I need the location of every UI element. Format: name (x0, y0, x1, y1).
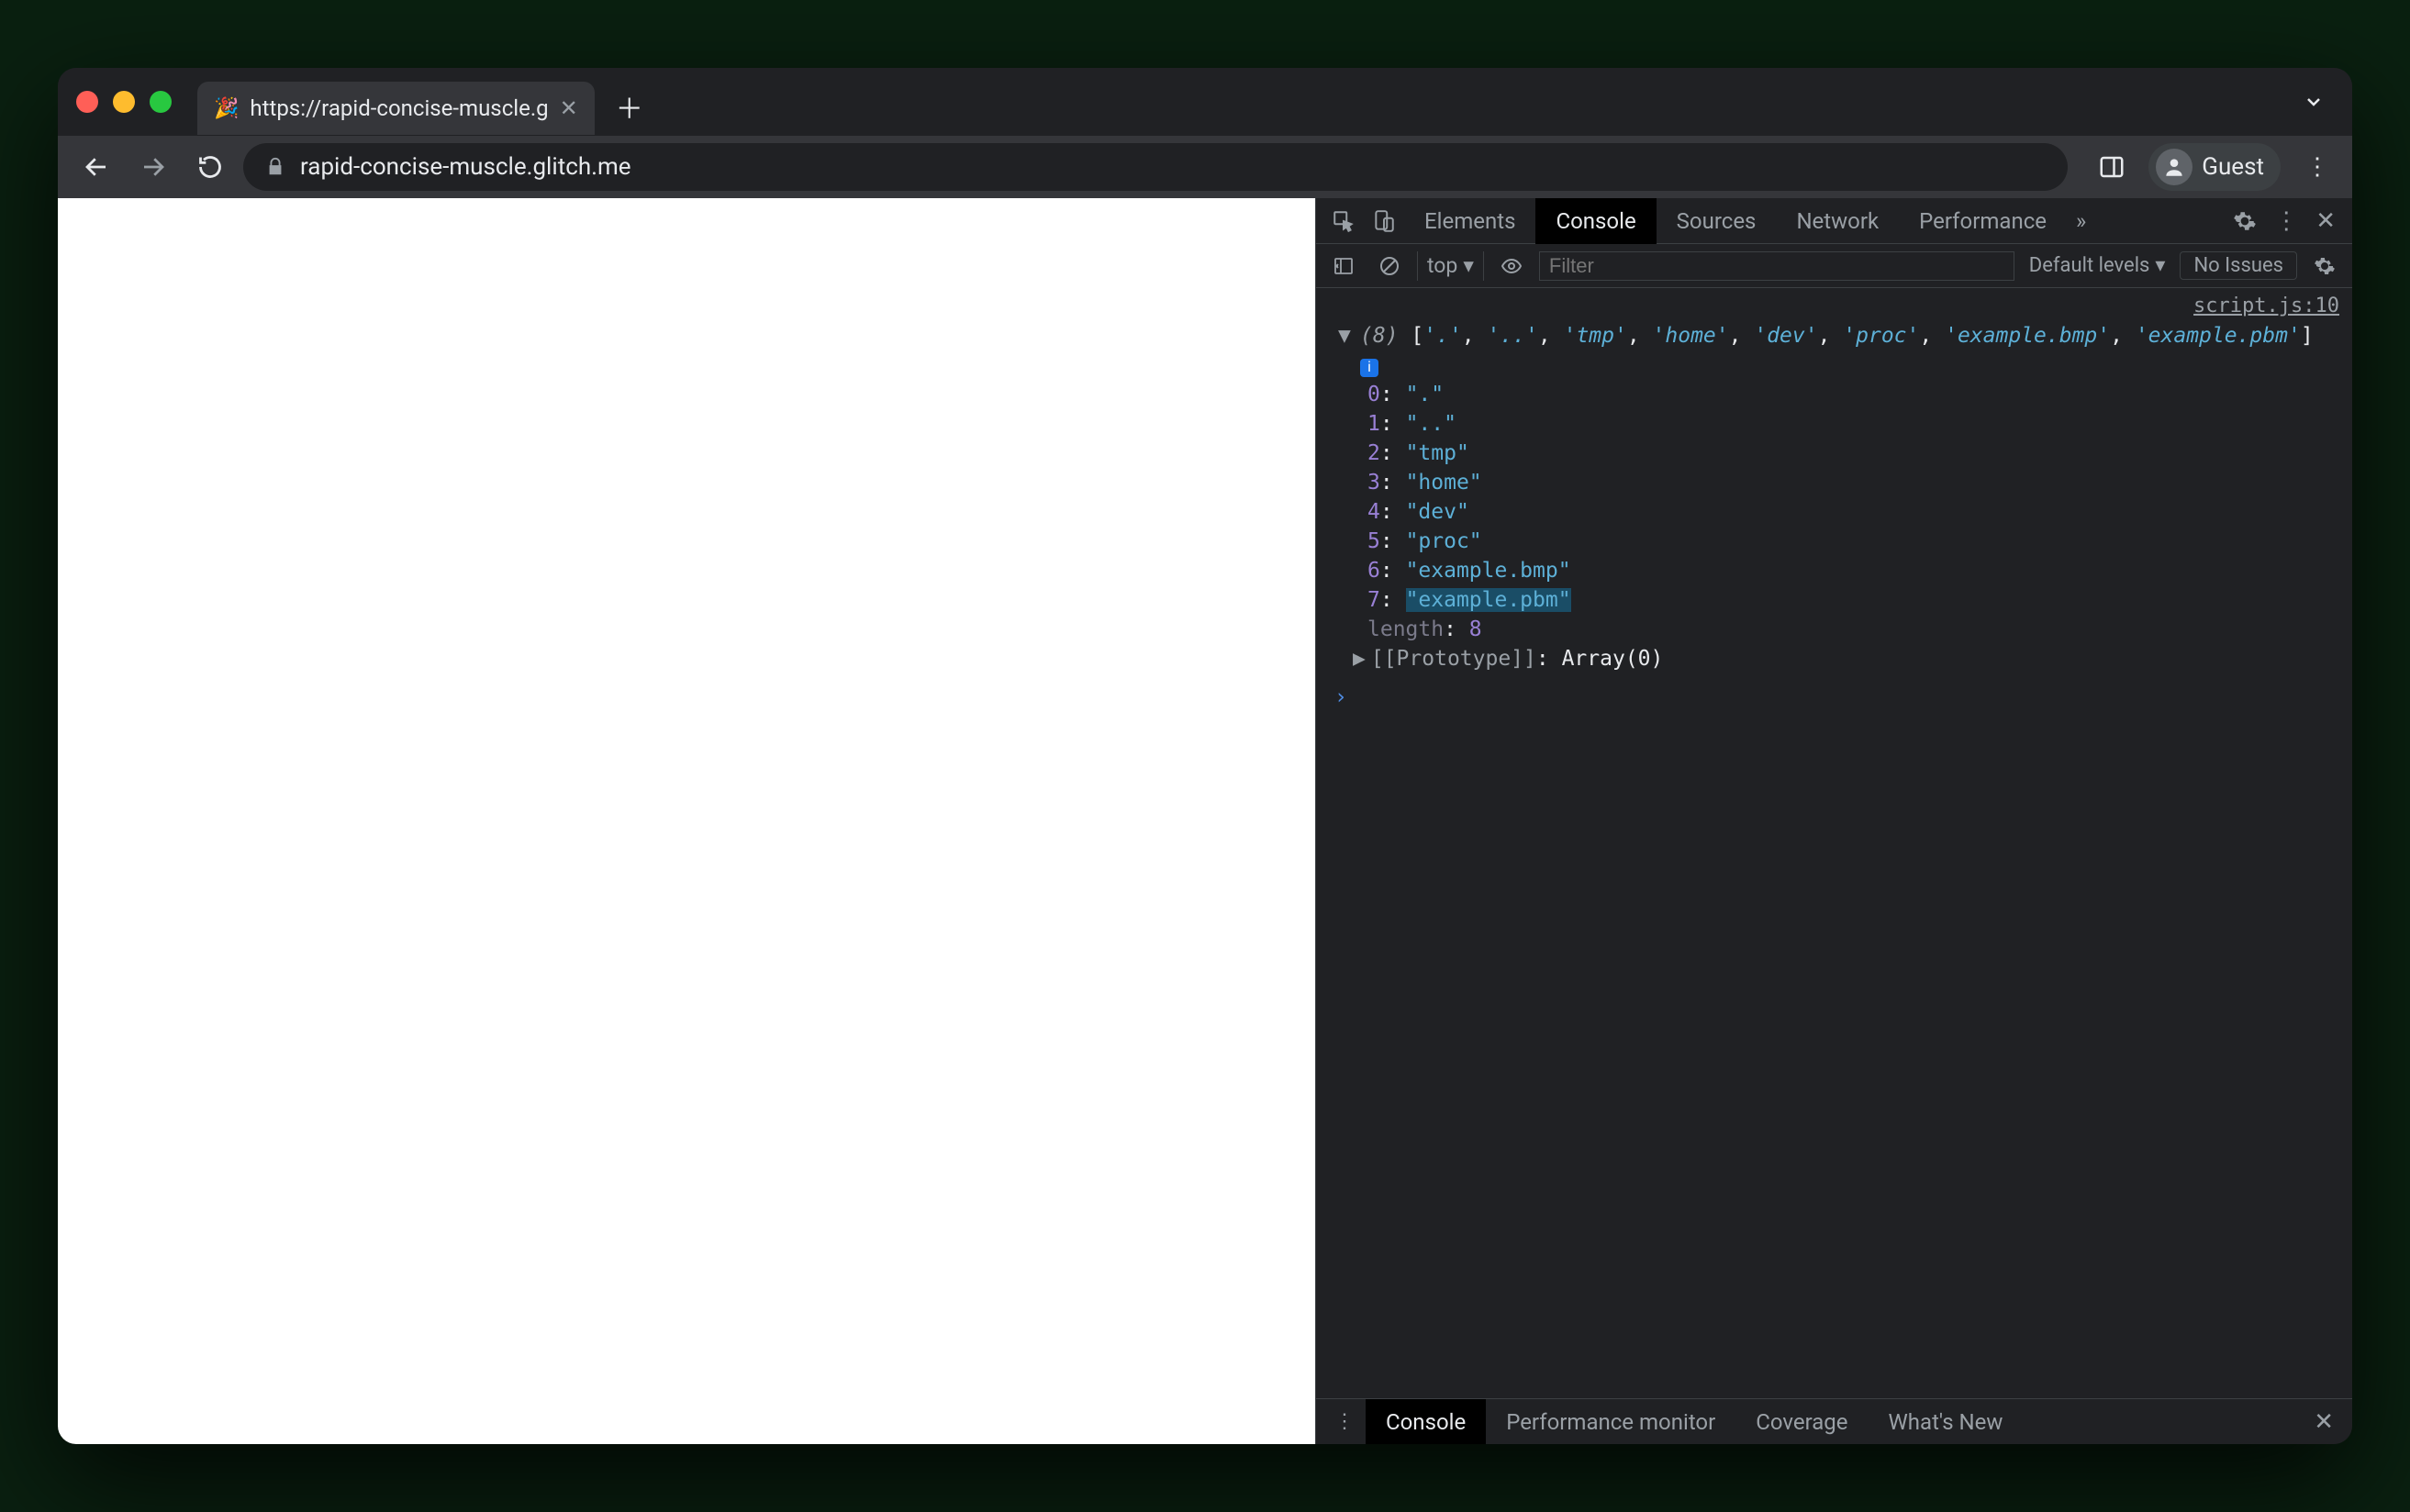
clear-console-button[interactable] (1371, 248, 1408, 284)
avatar-icon (2156, 149, 2192, 185)
close-devtools-button[interactable]: ✕ (2306, 207, 2345, 235)
drawer-menu-button[interactable]: ⋮ (1323, 1410, 1366, 1433)
close-tab-button[interactable]: ✕ (560, 95, 578, 121)
profile-label: Guest (2202, 153, 2264, 181)
browser-tab[interactable]: 🎉 https://rapid-concise-muscle.g ✕ (197, 82, 595, 135)
reload-button[interactable] (186, 143, 234, 191)
content-area: Elements Console Sources Network Perform… (58, 198, 2352, 1444)
console-toolbar: top▾ Default levels▾ No Issues (1316, 244, 2352, 288)
devtools-drawer: ⋮ Console Performance monitor Coverage W… (1316, 1398, 2352, 1444)
devtools-tab-bar: Elements Console Sources Network Perform… (1316, 198, 2352, 244)
profile-button[interactable]: Guest (2148, 143, 2281, 191)
log-array-summary[interactable]: ▼ (8) ['.', '..', 'tmp', 'home', 'dev', … (1316, 321, 2352, 350)
url-text: rapid-concise-muscle.glitch.me (300, 153, 631, 181)
favicon-icon: 🎉 (214, 97, 239, 120)
prototype-row[interactable]: ▶[[Prototype]]: Array(0) (1316, 644, 2352, 673)
console-prompt[interactable]: › (1316, 683, 2352, 712)
omnibox[interactable]: rapid-concise-muscle.glitch.me (243, 143, 2068, 191)
page-viewport[interactable] (58, 198, 1315, 1444)
drawer-tab-whats-new[interactable]: What's New (1869, 1399, 2024, 1445)
tab-elements[interactable]: Elements (1404, 198, 1535, 244)
inspect-element-button[interactable] (1323, 201, 1364, 241)
lock-icon (265, 157, 285, 177)
minimize-window-button[interactable] (113, 91, 135, 113)
array-item[interactable]: 5: "proc" (1367, 527, 2352, 556)
toolbar-right: Guest ⋮ (2092, 143, 2337, 191)
drawer-tab-performance-monitor[interactable]: Performance monitor (1486, 1399, 1735, 1445)
array-length-row: length: 8 (1316, 615, 2352, 644)
close-window-button[interactable] (76, 91, 98, 113)
source-link[interactable]: script.js:10 (1316, 292, 2352, 321)
window-controls (76, 91, 172, 113)
side-panel-button[interactable] (2092, 147, 2132, 187)
array-item[interactable]: 7: "example.pbm" (1367, 585, 2352, 615)
tab-performance[interactable]: Performance (1899, 198, 2067, 244)
drawer-tab-coverage[interactable]: Coverage (1735, 1399, 1868, 1445)
info-badge-icon[interactable]: i (1360, 359, 1378, 377)
array-items: 0: "."1: ".."2: "tmp"3: "home"4: "dev"5:… (1316, 380, 2352, 615)
array-item[interactable]: 3: "home" (1367, 468, 2352, 497)
tab-console[interactable]: Console (1535, 198, 1656, 244)
settings-button[interactable] (2224, 209, 2266, 233)
more-tabs-button[interactable]: » (2067, 208, 2095, 234)
context-selector[interactable]: top▾ (1417, 251, 1484, 281)
device-toolbar-button[interactable] (1364, 201, 1404, 241)
tab-network[interactable]: Network (1776, 198, 1899, 244)
forward-button[interactable] (129, 143, 177, 191)
console-sidebar-button[interactable] (1325, 248, 1362, 284)
devtools-menu-button[interactable]: ⋮ (2266, 201, 2306, 241)
tab-title: https://rapid-concise-muscle.g (250, 95, 548, 121)
array-item[interactable]: 2: "tmp" (1367, 439, 2352, 468)
tabs-dropdown-button[interactable] (2303, 91, 2325, 113)
live-expression-button[interactable] (1493, 248, 1530, 284)
close-drawer-button[interactable]: ✕ (2303, 1408, 2345, 1436)
browser-menu-button[interactable]: ⋮ (2297, 147, 2337, 187)
tab-bar: 🎉 https://rapid-concise-muscle.g ✕ ＋ (58, 68, 2352, 136)
array-item[interactable]: 6: "example.bmp" (1367, 556, 2352, 585)
back-button[interactable] (73, 143, 120, 191)
array-item[interactable]: 0: "." (1367, 380, 2352, 409)
issues-button[interactable]: No Issues (2180, 251, 2297, 280)
console-settings-button[interactable] (2306, 248, 2343, 284)
console-output[interactable]: script.js:10 ▼ (8) ['.', '..', 'tmp', 'h… (1316, 288, 2352, 1398)
devtools-panel: Elements Console Sources Network Perform… (1315, 198, 2352, 1444)
array-item[interactable]: 1: ".." (1367, 409, 2352, 439)
filter-input[interactable] (1539, 251, 2014, 281)
address-bar: rapid-concise-muscle.glitch.me Guest ⋮ (58, 136, 2352, 198)
drawer-tab-console[interactable]: Console (1366, 1399, 1486, 1445)
new-tab-button[interactable]: ＋ (609, 86, 650, 127)
maximize-window-button[interactable] (150, 91, 172, 113)
expand-arrow-icon[interactable]: ▼ (1338, 321, 1360, 350)
collapse-arrow-icon[interactable]: ▶ (1353, 647, 1366, 671)
browser-window: 🎉 https://rapid-concise-muscle.g ✕ ＋ rap… (58, 68, 2352, 1444)
array-item[interactable]: 4: "dev" (1367, 497, 2352, 527)
tab-sources[interactable]: Sources (1657, 198, 1777, 244)
log-levels-selector[interactable]: Default levels▾ (2024, 254, 2171, 277)
